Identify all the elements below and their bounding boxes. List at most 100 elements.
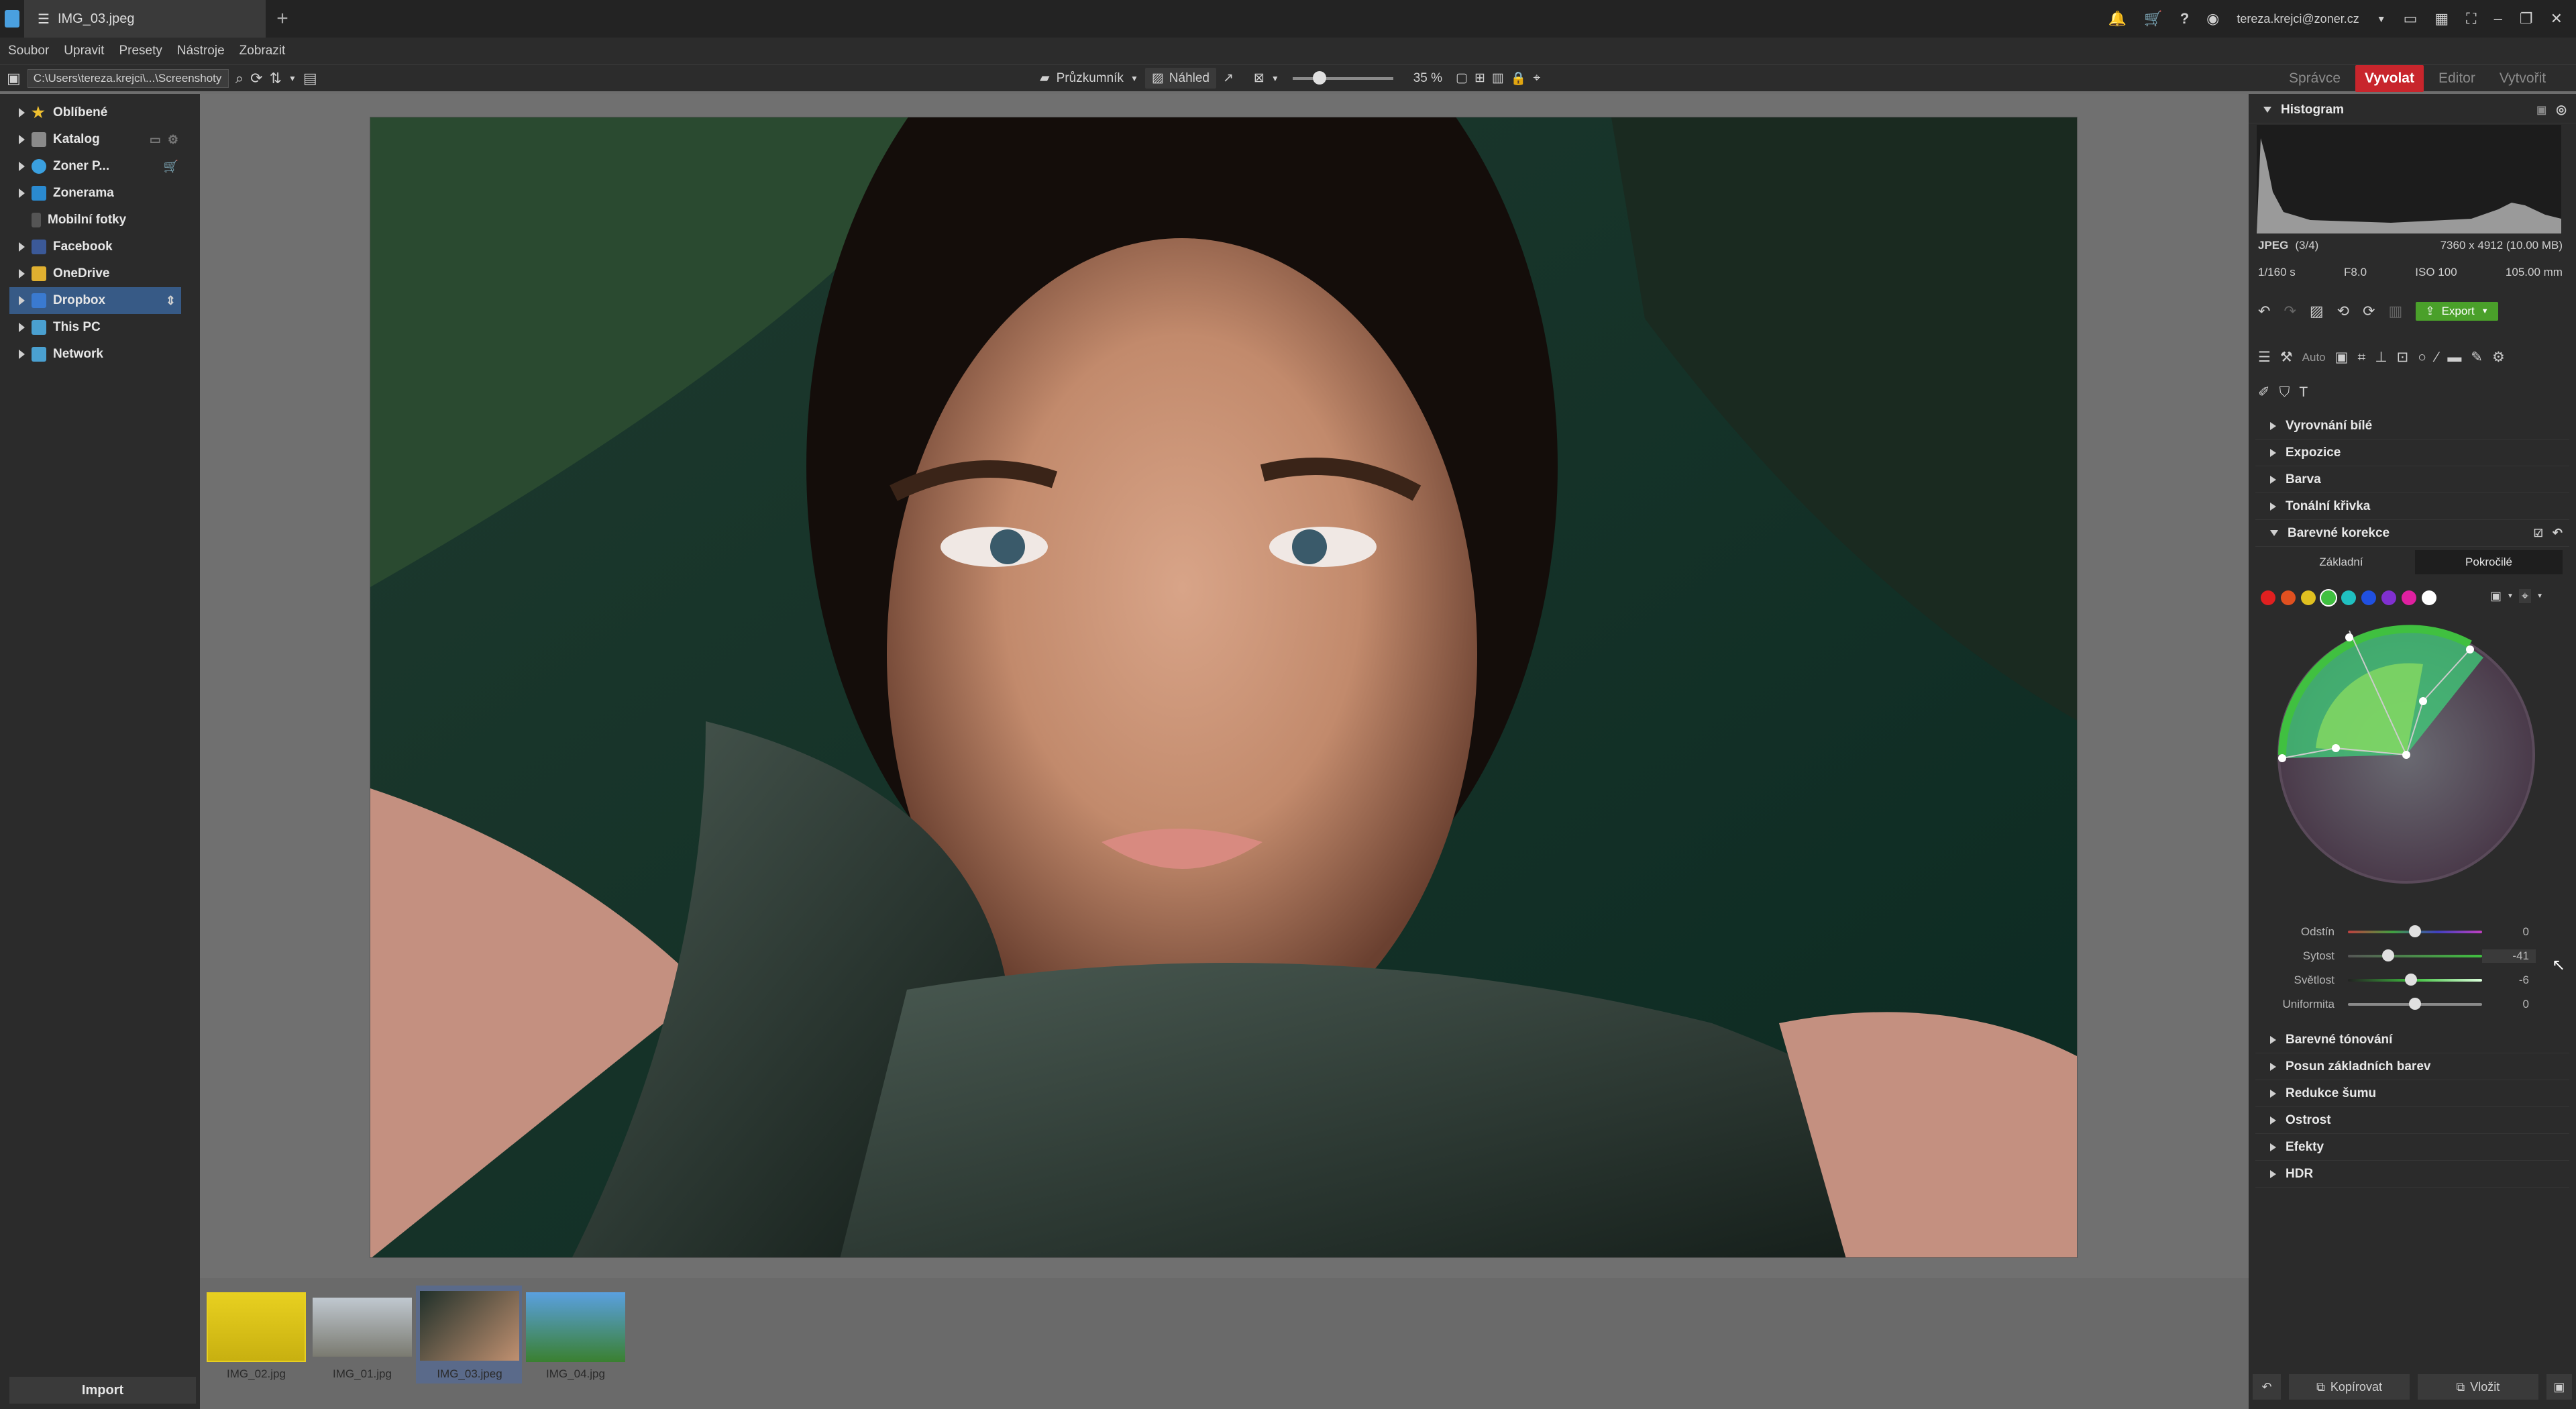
search-icon[interactable]: ⌕: [235, 70, 244, 87]
preview-button[interactable]: ▨ Náhled: [1144, 68, 1216, 89]
monitor-icon[interactable]: ▭: [2404, 10, 2418, 28]
section-exposure[interactable]: Expozice: [2255, 439, 2569, 466]
lightness-value[interactable]: -6: [2482, 974, 2536, 987]
camera-icon[interactable]: ▣: [2536, 103, 2546, 117]
wheel-handle[interactable]: [2345, 633, 2353, 641]
reset-icon[interactable]: ↶: [2553, 526, 2563, 540]
swatch-white[interactable]: [2422, 590, 2436, 605]
chevron-down-icon[interactable]: ▼: [2536, 592, 2543, 600]
chevron-down-icon[interactable]: ▼: [2377, 13, 2386, 24]
nav-item-facebook[interactable]: Facebook: [9, 233, 181, 260]
lock-icon[interactable]: 🔒: [1511, 70, 1527, 87]
nav-item-catalog[interactable]: Katalog ▭ ⚙: [9, 126, 181, 153]
redo-icon[interactable]: ↷: [2284, 303, 2296, 320]
nav-item-network[interactable]: Network: [9, 341, 181, 368]
nav-item-zonerama[interactable]: Zonerama: [9, 180, 181, 207]
circle-icon[interactable]: ○: [2418, 350, 2426, 366]
expand-arrow-icon[interactable]: [19, 350, 25, 359]
nav-item-zoner-photo-cloud[interactable]: Zoner P... 🛒: [9, 153, 181, 180]
expand-arrow-icon[interactable]: [19, 242, 25, 252]
saturation-slider-knob[interactable]: [2382, 949, 2394, 961]
section-white-balance[interactable]: Vyrovnání bílé: [2255, 413, 2569, 439]
wheel-handle[interactable]: [2402, 751, 2410, 759]
fill-icon[interactable]: ▥: [1492, 70, 1504, 86]
fullscreen-icon[interactable]: ⛶: [2466, 10, 2476, 28]
hue-slider[interactable]: [2348, 925, 2482, 937]
expand-arrow-icon[interactable]: [19, 108, 25, 117]
wheel-handle[interactable]: [2466, 645, 2474, 654]
chevron-down-icon[interactable]: ▼: [288, 74, 297, 83]
nav-item-dropbox[interactable]: Dropbox ⇕: [9, 287, 181, 314]
user-email[interactable]: tereza.krejci@zoner.cz: [2237, 12, 2359, 26]
section-color-toning[interactable]: Barevné tónování: [2255, 1027, 2569, 1053]
new-tab-button[interactable]: +: [266, 7, 299, 30]
uniformity-slider-knob[interactable]: [2409, 998, 2421, 1010]
thumbnail-img04[interactable]: [526, 1292, 625, 1362]
hue-value[interactable]: 0: [2482, 925, 2536, 939]
nav-item-onedrive[interactable]: OneDrive: [9, 260, 181, 287]
mode-editor[interactable]: Editor: [2429, 65, 2485, 92]
tab-advanced[interactable]: Pokročilé: [2415, 550, 2563, 574]
swatch-cyan[interactable]: [2341, 590, 2356, 605]
copy-button[interactable]: ⧉ Kopírovat: [2289, 1374, 2410, 1400]
nav-item-favorites[interactable]: ★ Oblíbené: [9, 99, 181, 126]
compare-icon[interactable]: ⊠: [1254, 70, 1265, 86]
user-icon[interactable]: ◉: [2206, 10, 2219, 28]
camera-icon[interactable]: ▣: [2335, 349, 2349, 366]
chevron-down-icon[interactable]: ▼: [1130, 74, 1138, 83]
chevron-down-icon[interactable]: ▼: [2507, 592, 2514, 600]
undo-all-button[interactable]: ↶: [2253, 1374, 2282, 1400]
saturation-slider[interactable]: [2348, 949, 2482, 961]
import-button[interactable]: Import: [9, 1377, 196, 1404]
chevron-down-icon[interactable]: ▼: [1271, 74, 1279, 83]
swatch-red[interactable]: [2261, 590, 2275, 605]
zoom-slider-knob[interactable]: [1312, 70, 1326, 85]
expand-arrow-icon[interactable]: [19, 162, 25, 171]
checkbox-icon[interactable]: ☑: [2534, 527, 2543, 540]
expand-arrow-icon[interactable]: [19, 269, 25, 278]
gradient-icon[interactable]: ⁄: [2436, 350, 2438, 366]
menu-edit[interactable]: Upravit: [64, 44, 104, 58]
swatch-purple[interactable]: [2381, 590, 2396, 605]
wheel-handle[interactable]: [2278, 754, 2286, 762]
hue-slider-knob[interactable]: [2409, 925, 2421, 937]
expand-arrow-icon[interactable]: [19, 323, 25, 332]
swatch-green[interactable]: [2320, 589, 2337, 607]
cart-icon[interactable]: 🛒: [164, 160, 178, 174]
section-noise-reduction[interactable]: Redukce šumu: [2255, 1080, 2569, 1107]
mode-manager[interactable]: Správce: [2279, 65, 2350, 92]
expand-arrow-icon[interactable]: [19, 189, 25, 198]
sync-icon[interactable]: ⇕: [166, 294, 176, 308]
gear-icon[interactable]: ⚙: [2492, 349, 2505, 366]
wheel-handle[interactable]: [2332, 744, 2340, 752]
folder-add-icon[interactable]: ▭: [150, 133, 161, 147]
minimize-button[interactable]: –: [2494, 10, 2502, 28]
expand-arrow-icon[interactable]: [19, 296, 25, 305]
new-folder-icon[interactable]: ▤: [303, 70, 317, 87]
photo-preview[interactable]: [370, 117, 2078, 1258]
collapse-arrow-icon[interactable]: [2263, 107, 2271, 113]
menu-file[interactable]: Soubor: [8, 44, 49, 58]
retouch-brush-icon[interactable]: ✐: [2258, 384, 2270, 401]
zoom-slider[interactable]: [1292, 70, 1393, 85]
maximize-button[interactable]: ❐: [2520, 10, 2533, 28]
swatch-yellow[interactable]: [2301, 590, 2316, 605]
mode-create[interactable]: Vytvořit: [2490, 65, 2555, 92]
layout-icon[interactable]: ▦: [2434, 10, 2449, 28]
folder-tree-icon[interactable]: ▣: [7, 70, 21, 87]
swatch-orange[interactable]: [2281, 590, 2296, 605]
zoom-1to1-icon[interactable]: ▢: [1456, 70, 1468, 86]
layers-button[interactable]: ▣: [2546, 1374, 2573, 1400]
tab-basic[interactable]: Základní: [2267, 556, 2415, 569]
color-wheel[interactable]: [2269, 617, 2544, 892]
perspective-icon[interactable]: ⊥: [2375, 349, 2387, 366]
brush-icon[interactable]: ✎: [2471, 349, 2483, 366]
explorer-button[interactable]: Průzkumník: [1057, 71, 1124, 86]
section-effects[interactable]: Efekty: [2255, 1134, 2569, 1161]
bell-icon[interactable]: 🔔: [2108, 10, 2127, 28]
presets-icon[interactable]: ☰: [2258, 349, 2271, 366]
menu-tools[interactable]: Nástroje: [177, 44, 225, 58]
crop-icon[interactable]: ⌗: [2357, 350, 2365, 366]
thumbnail-img02[interactable]: [207, 1292, 306, 1362]
text-icon[interactable]: T: [2299, 384, 2308, 401]
